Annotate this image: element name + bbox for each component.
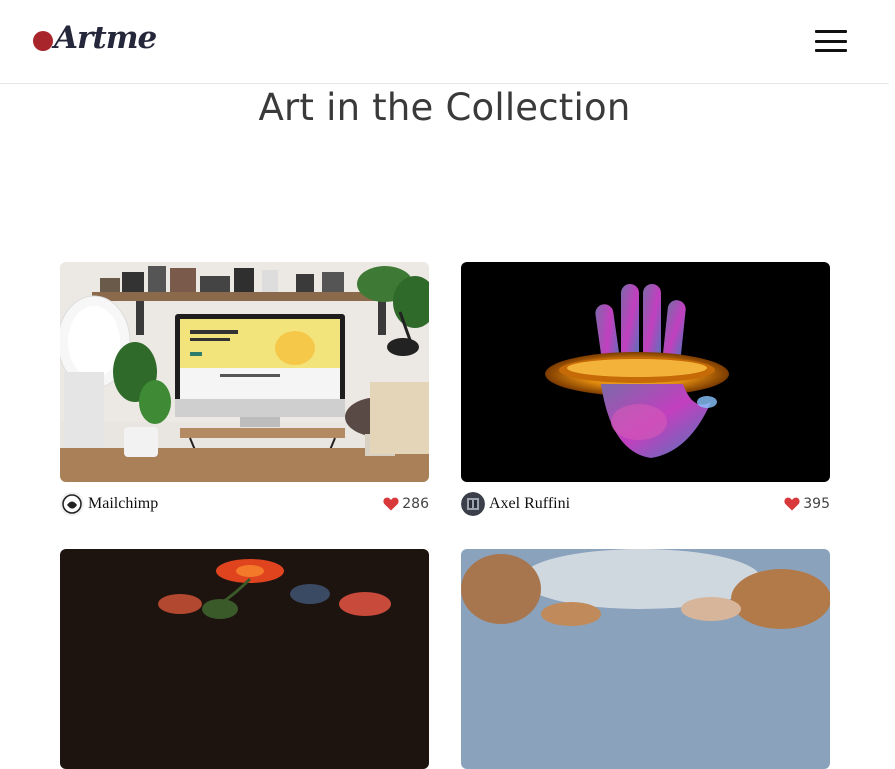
card-meta: Mailchimp 286 [60,492,429,518]
author-name: Mailchimp [88,495,159,512]
art-card: Axel Ruffini 395 [461,262,830,516]
artwork-image[interactable] [461,549,830,769]
logo-text: Artme [54,20,157,56]
art-card [461,549,830,769]
author-link[interactable]: Mailchimp [60,492,158,516]
like-button[interactable]: 286 [383,496,429,512]
author-link[interactable]: Axel Ruffini [461,492,570,516]
artwork-image[interactable] [60,262,429,482]
page-title: Art in the Collection [258,86,631,129]
heart-icon [383,497,399,511]
heart-icon [784,497,800,511]
logo-dot [33,31,53,51]
site-header: Artme [0,0,889,84]
hamburger-menu-icon[interactable] [815,30,847,52]
art-card: Mailchimp 286 [60,262,429,516]
mailchimp-avatar [60,492,84,516]
axel-ruffini-avatar [461,492,485,516]
baroque-ceiling-fresco [461,549,830,769]
artwork-image[interactable] [461,262,830,482]
card-meta: Axel Ruffini 395 [461,492,830,518]
logo[interactable]: Artme [33,18,157,58]
glass-hand-3d-render [461,262,830,482]
like-button[interactable]: 395 [784,496,830,512]
art-card [60,549,429,769]
like-count: 286 [402,496,429,512]
like-count: 395 [803,496,830,512]
author-name: Axel Ruffini [489,495,571,512]
artwork-image[interactable] [60,549,429,769]
floral-still-life-painting [60,549,429,769]
desk-workspace-photo [60,262,429,482]
